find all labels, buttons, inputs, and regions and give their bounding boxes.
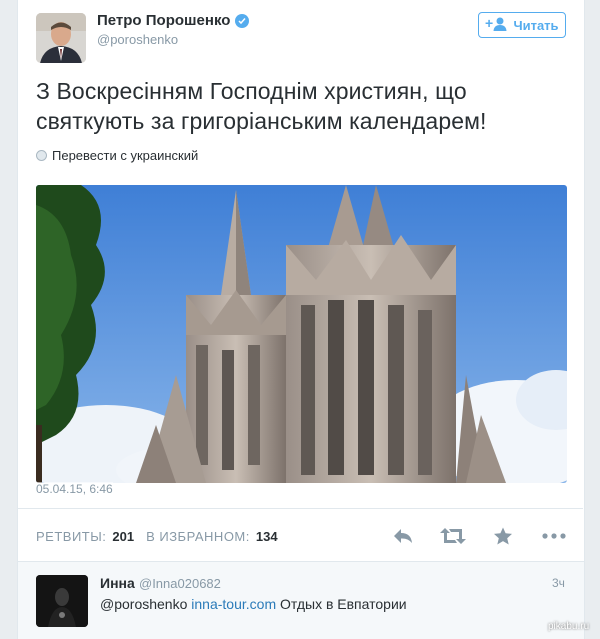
- retweets-label: РЕТВИТЫ:: [36, 529, 107, 544]
- reply-author-name[interactable]: Инна: [100, 575, 135, 591]
- reply-button[interactable]: [389, 524, 417, 548]
- reply-time[interactable]: 3ч: [552, 576, 565, 590]
- author-handle[interactable]: @poroshenko: [97, 32, 178, 47]
- reply-body: Отдых в Евпатории: [280, 596, 407, 612]
- author-name-text[interactable]: Петро Порошенко: [97, 12, 230, 29]
- more-icon: [542, 533, 566, 539]
- tweet-text-line-1: З Воскресінням Господнім християн, що: [36, 78, 467, 104]
- reply-author-handle[interactable]: @Inna020682: [139, 576, 221, 591]
- retweet-button[interactable]: [439, 524, 467, 548]
- follow-button-label: Читать: [513, 17, 559, 33]
- tweet-timestamp[interactable]: 05.04.15, 6:46: [36, 482, 113, 496]
- tweet-stats: РЕТВИТЫ: 201 В ИЗБРАННОМ: 134: [36, 529, 278, 544]
- cathedral-image: [36, 185, 567, 483]
- stats-divider-top: [17, 508, 583, 509]
- reply-mention[interactable]: @poroshenko: [100, 596, 187, 612]
- watermark: pikabu.ru: [548, 621, 590, 632]
- verified-icon: [235, 13, 250, 28]
- reply-avatar-image: [36, 575, 88, 627]
- more-button[interactable]: [540, 524, 568, 548]
- tweet-text-line-2: святкують за григоріанським календарем!: [36, 108, 487, 134]
- translate-label[interactable]: Перевести с украинский: [52, 148, 198, 163]
- retweets-count[interactable]: 201: [112, 529, 134, 544]
- favorite-button[interactable]: [489, 524, 517, 548]
- follow-user-icon: +: [485, 15, 507, 35]
- author-name[interactable]: Петро Порошенко: [97, 12, 250, 29]
- retweet-icon: [440, 528, 466, 544]
- tweet-text: З Воскресінням Господнім християн, що св…: [36, 76, 566, 136]
- globe-icon: [36, 150, 47, 161]
- tweet-photo[interactable]: [36, 185, 567, 483]
- favorite-icon: [494, 527, 512, 545]
- author-avatar-image: [36, 13, 86, 63]
- reply-avatar[interactable]: [36, 575, 88, 627]
- follow-button[interactable]: + Читать: [478, 12, 566, 38]
- reply-text: @poroshenko inna-tour.com Отдых в Евпато…: [100, 596, 407, 612]
- reply-icon: [394, 529, 412, 543]
- svg-text:+: +: [485, 16, 493, 31]
- favorites-count[interactable]: 134: [256, 529, 278, 544]
- author-avatar[interactable]: [36, 13, 86, 63]
- translate-link[interactable]: Перевести с украинский: [36, 148, 198, 163]
- reply-link[interactable]: inna-tour.com: [191, 596, 276, 612]
- favorites-label: В ИЗБРАННОМ:: [146, 529, 250, 544]
